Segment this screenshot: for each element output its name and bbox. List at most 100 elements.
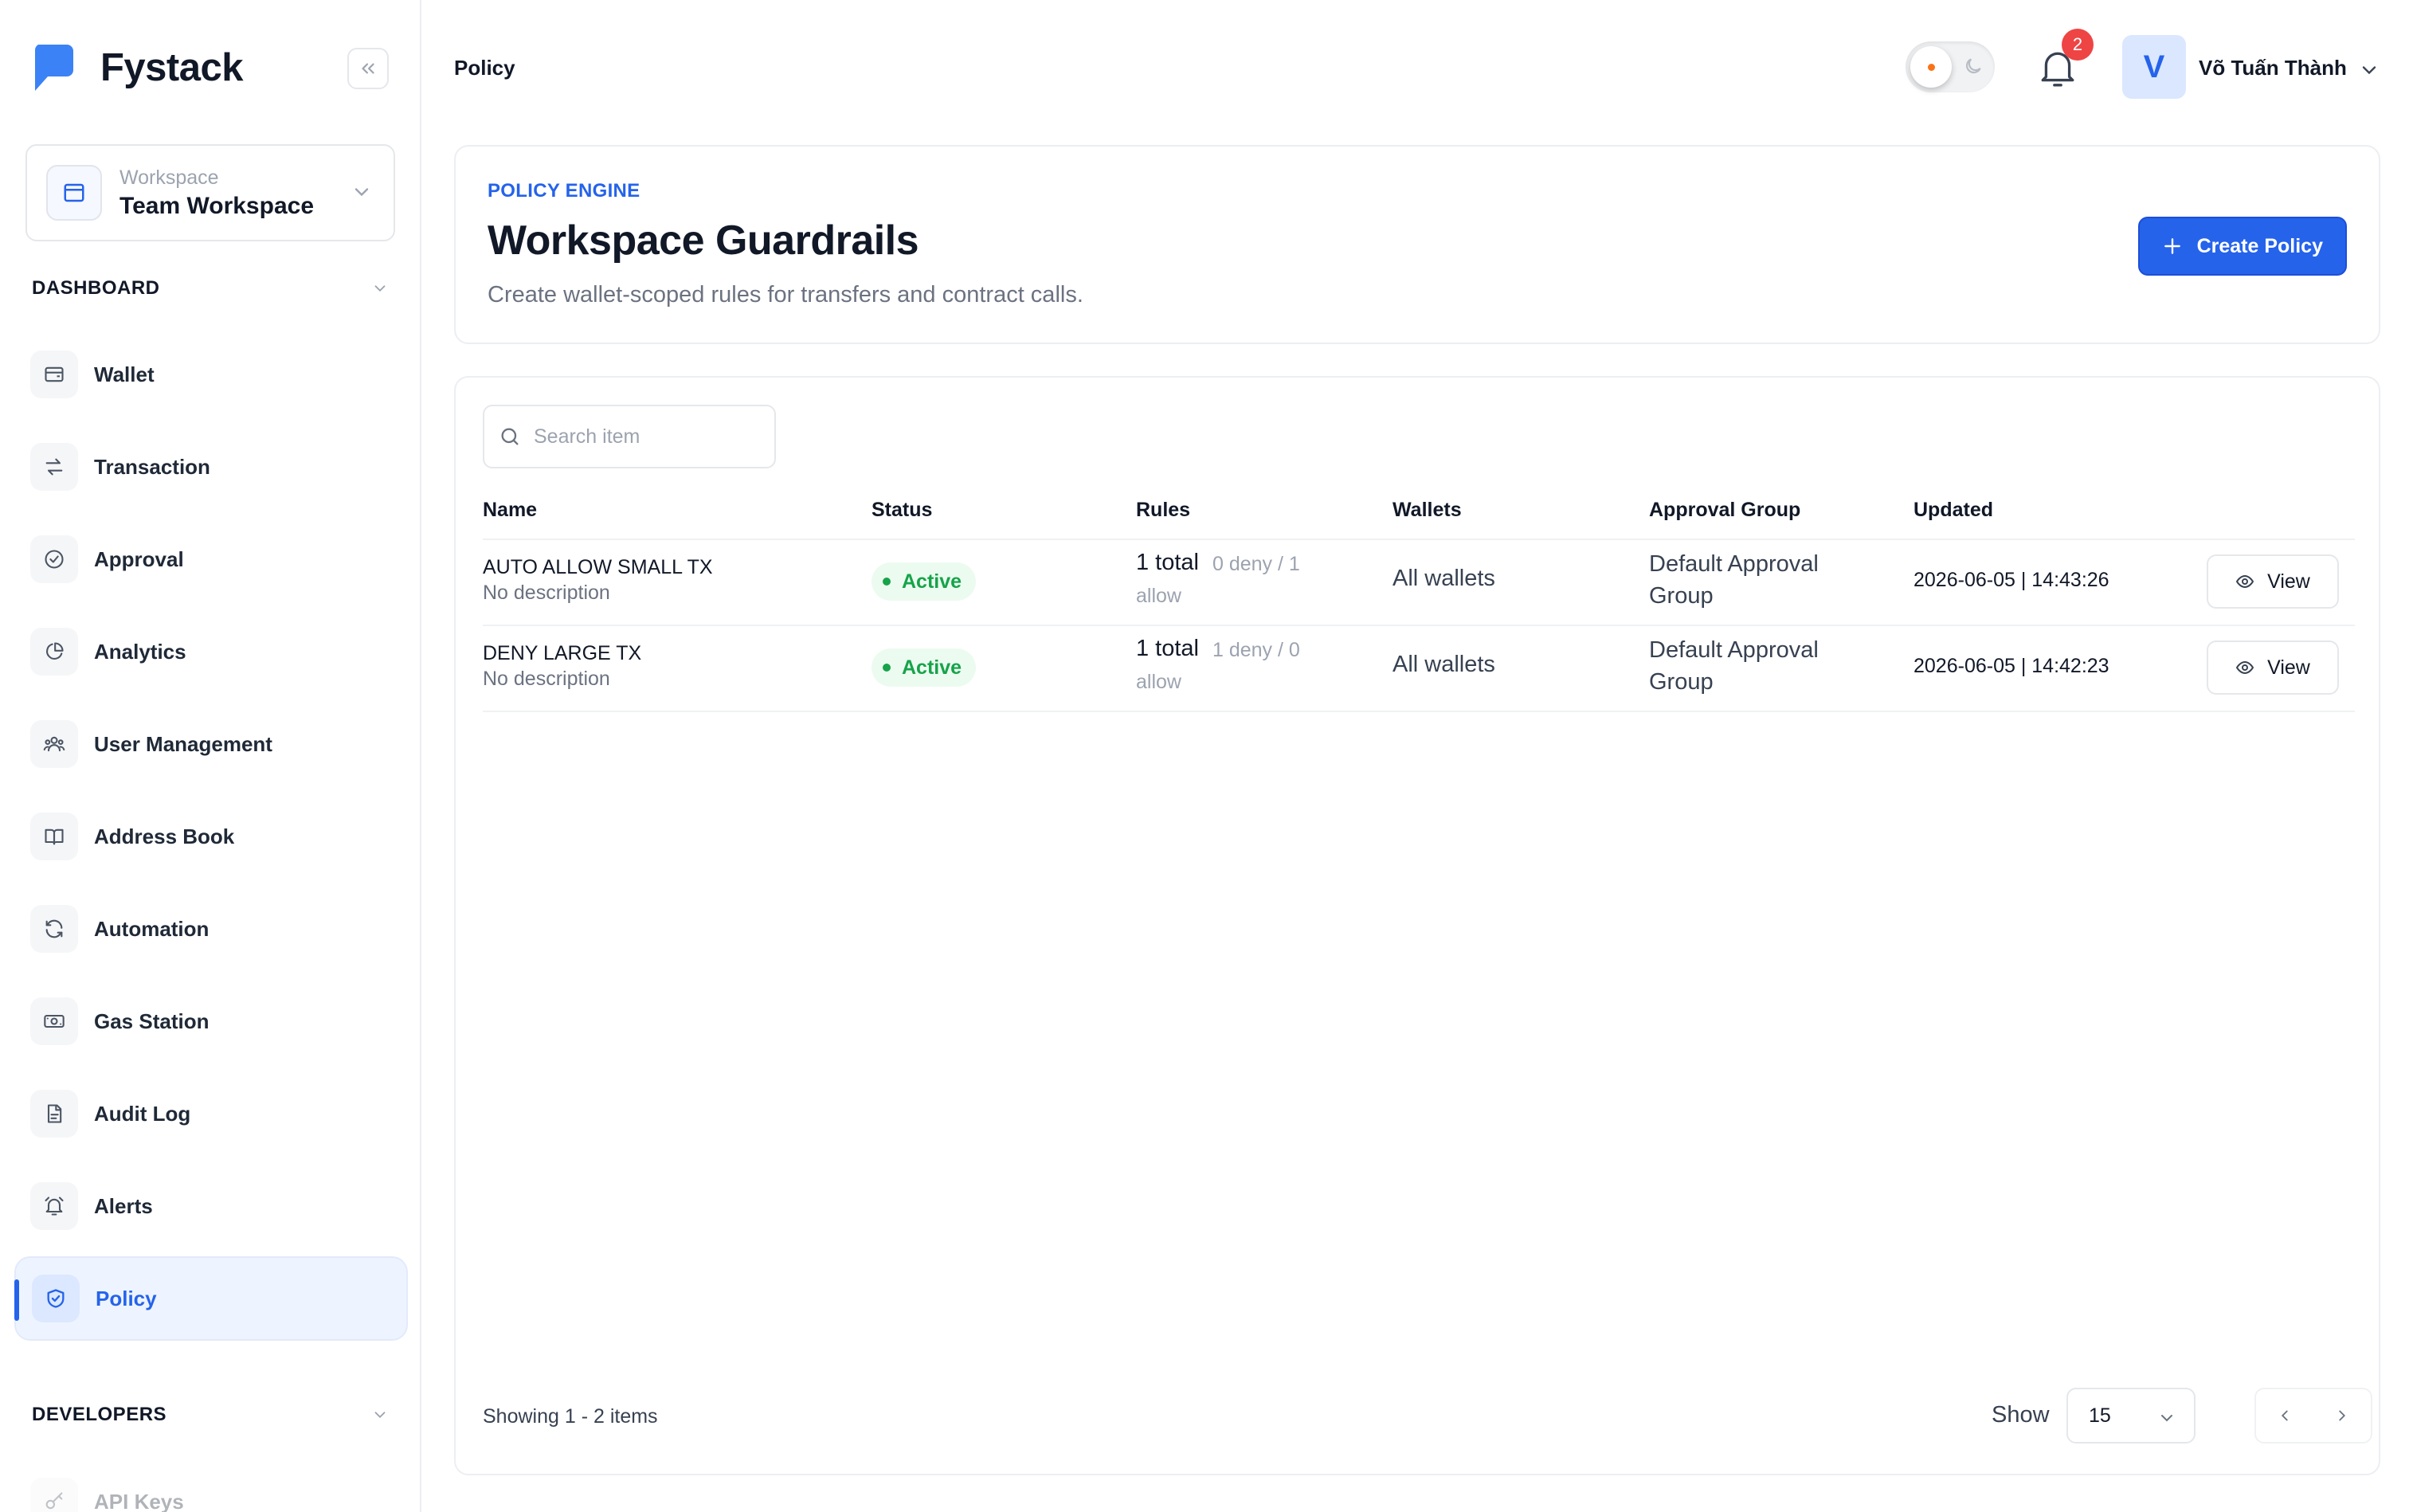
wallet-icon — [30, 351, 78, 398]
status-badge: Active — [872, 562, 977, 601]
sidebar-item-label: API Keys — [94, 1489, 184, 1512]
active-indicator — [14, 1279, 19, 1321]
sidebar-item-label: Approval — [94, 546, 184, 571]
rules-total: 1 total — [1136, 550, 1199, 575]
rules-total: 1 total — [1136, 636, 1199, 661]
sidebar-item-user-management[interactable]: User Management — [14, 702, 408, 786]
column-header-approval-group[interactable]: Approval Group — [1649, 499, 1800, 522]
sidebar-item-address-book[interactable]: Address Book — [14, 794, 408, 879]
search-box[interactable] — [483, 405, 776, 468]
key-icon — [30, 1478, 78, 1512]
page-subtitle: Create wallet-scoped rules for transfers… — [488, 282, 1083, 307]
prev-page-button[interactable] — [2256, 1389, 2313, 1442]
rules-detail: allow — [1136, 585, 1181, 607]
policy-description: No description — [483, 582, 610, 604]
user-name[interactable]: Võ Tuấn Thành — [2199, 56, 2347, 80]
section-developers-label: DEVELOPERS — [32, 1404, 167, 1425]
approval-group: Default Approval — [1649, 637, 1819, 663]
chevron-down-icon — [354, 188, 369, 197]
table-divider — [483, 625, 2355, 626]
sidebar-item-automation[interactable]: Automation — [14, 887, 408, 971]
policy-name: AUTO ALLOW SMALL TX — [483, 556, 713, 578]
brand[interactable]: Fystack — [30, 41, 244, 94]
page-size-value: 15 — [2089, 1404, 2111, 1427]
column-header-name[interactable]: Name — [483, 499, 537, 522]
avatar[interactable]: V — [2122, 35, 2186, 99]
chevron-left-icon — [2281, 1410, 2288, 1421]
pie-chart-icon — [30, 628, 78, 676]
column-header-wallets[interactable]: Wallets — [1393, 499, 1462, 522]
alarm-icon — [30, 1182, 78, 1230]
approval-group: Default Approval — [1649, 551, 1819, 577]
sun-icon — [1910, 46, 1952, 88]
sidebar-item-label: Transaction — [94, 454, 210, 479]
sidebar-item-label: Gas Station — [94, 1009, 210, 1033]
pagination-summary: Showing 1 - 2 items — [483, 1405, 658, 1428]
wallets-scope: All wallets — [1393, 566, 1495, 591]
updated-at: 2026-06-05 | 14:42:23 — [1913, 655, 2109, 677]
file-icon — [30, 1090, 78, 1138]
wallets-scope: All wallets — [1393, 652, 1495, 677]
next-page-button[interactable] — [2313, 1389, 2371, 1442]
sidebar-item-analytics[interactable]: Analytics — [14, 609, 408, 694]
section-developers[interactable]: DEVELOPERS — [32, 1404, 389, 1426]
sidebar-item-policy[interactable]: Policy — [14, 1256, 408, 1341]
policy-description: No description — [483, 668, 610, 690]
sidebar-item-label: Alerts — [94, 1193, 153, 1218]
column-header-status[interactable]: Status — [872, 499, 932, 522]
banknote-icon — [30, 997, 78, 1045]
sidebar: Fystack Workspace Team Workspace DASHBOA… — [0, 0, 421, 1512]
page-size-label: Show — [1992, 1402, 2050, 1428]
chevron-down-icon — [374, 1412, 386, 1419]
table-divider — [483, 711, 2355, 712]
chevron-down-icon[interactable] — [2358, 59, 2380, 81]
page-size-select[interactable]: 15 — [2066, 1388, 2196, 1443]
workspace-name: Team Workspace — [119, 192, 314, 219]
breadcrumb: Policy — [454, 56, 515, 80]
section-dashboard-label: DASHBOARD — [32, 277, 160, 299]
refresh-icon — [30, 905, 78, 953]
view-label: View — [2267, 656, 2310, 679]
sidebar-item-gas-station[interactable]: Gas Station — [14, 979, 408, 1063]
rules-detail: 0 deny / 1 — [1212, 553, 1300, 575]
pagination — [2254, 1388, 2372, 1443]
sidebar-item-transaction[interactable]: Transaction — [14, 425, 408, 509]
search-input[interactable] — [534, 425, 765, 449]
section-dashboard[interactable]: DASHBOARD — [32, 277, 389, 300]
column-header-updated[interactable]: Updated — [1913, 499, 1993, 522]
view-button[interactable]: View — [2207, 554, 2339, 609]
moon-icon — [1965, 58, 1981, 74]
workspace-switcher[interactable]: Workspace Team Workspace — [25, 144, 395, 241]
view-label: View — [2267, 570, 2310, 593]
shield-check-icon — [32, 1275, 80, 1322]
create-policy-label: Create Policy — [2196, 234, 2323, 257]
transfer-icon — [30, 443, 78, 491]
table-divider — [483, 539, 2355, 540]
sidebar-item-label: Address Book — [94, 824, 235, 848]
users-icon — [30, 720, 78, 768]
status-badge: Active — [872, 648, 977, 687]
sidebar-item-approval[interactable]: Approval — [14, 517, 408, 601]
sidebar-item-alerts[interactable]: Alerts — [14, 1164, 408, 1248]
rules-detail: 1 deny / 0 — [1212, 639, 1300, 661]
plus-icon — [2164, 238, 2180, 254]
sidebar-item-wallet[interactable]: Wallet — [14, 332, 408, 417]
sidebar-item-audit-log[interactable]: Audit Log — [14, 1071, 408, 1156]
sidebar-item-label: Analytics — [94, 639, 186, 664]
view-button[interactable]: View — [2207, 640, 2339, 695]
column-header-rules[interactable]: Rules — [1136, 499, 1190, 522]
sidebar-item-label: Wallet — [94, 362, 155, 386]
workspace-icon — [46, 165, 102, 221]
sidebar-item-api-keys[interactable]: API Keys — [14, 1459, 408, 1512]
page-header-card: POLICY ENGINE Workspace Guardrails Creat… — [454, 145, 2380, 344]
create-policy-button[interactable]: Create Policy — [2137, 217, 2347, 276]
search-icon — [501, 428, 519, 445]
collapse-sidebar-button[interactable] — [347, 48, 389, 89]
eye-icon — [2235, 660, 2254, 675]
theme-toggle[interactable] — [1906, 41, 1995, 92]
chevron-down-icon — [2161, 1415, 2172, 1422]
book-icon — [30, 813, 78, 860]
page-eyebrow: POLICY ENGINE — [488, 180, 640, 202]
approval-group: Group — [1649, 583, 1714, 609]
approval-group: Group — [1649, 669, 1714, 695]
